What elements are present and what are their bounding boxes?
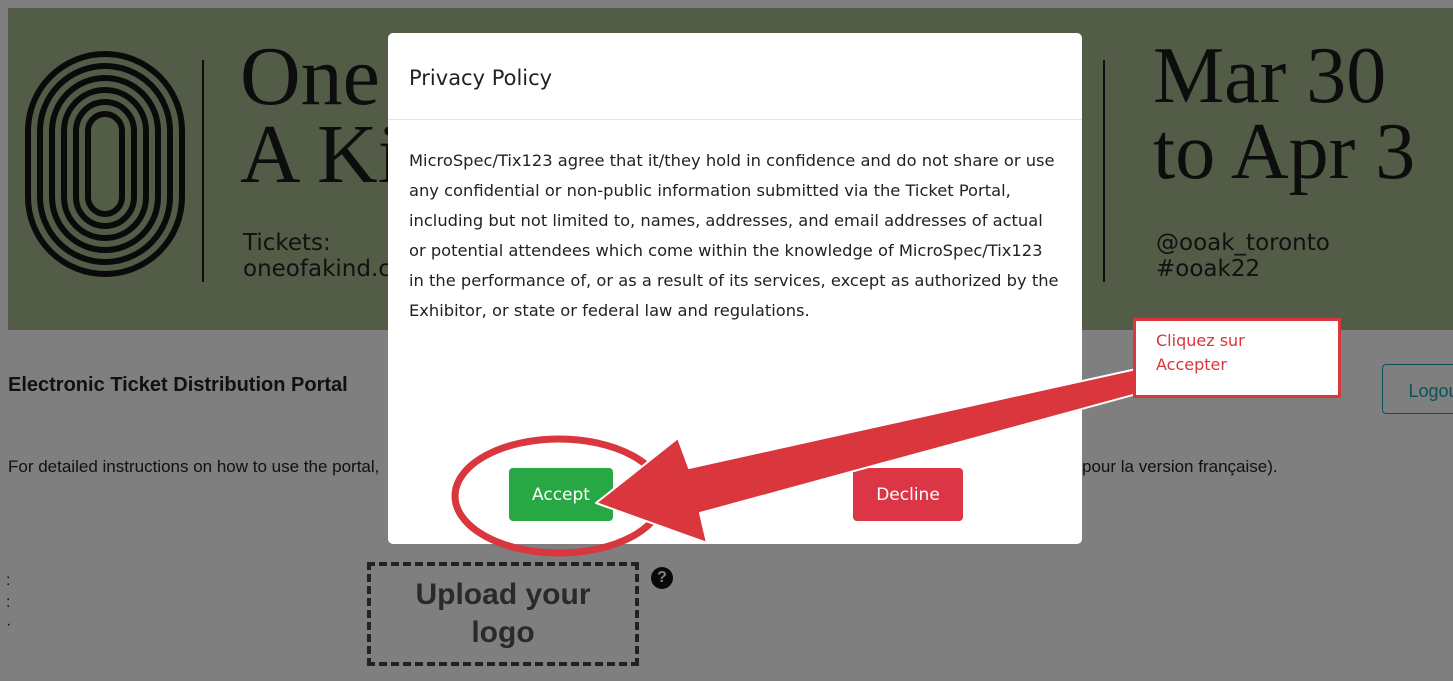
modal-header: Privacy Policy: [388, 33, 1082, 120]
modal-title: Privacy Policy: [409, 66, 553, 90]
modal-body: MicroSpec/Tix123 agree that it/they hold…: [409, 151, 1059, 320]
privacy-policy-dialog: Privacy Policy MicroSpec/Tix123 agree th…: [388, 33, 1082, 544]
page: One of A Kind Tickets: oneofakind.com Ma…: [0, 0, 1453, 681]
decline-button[interactable]: Decline: [853, 468, 963, 521]
callout-text: Cliquez sur Accepter: [1156, 331, 1245, 374]
accept-button[interactable]: Accept: [509, 468, 613, 521]
callout-box: Cliquez sur Accepter: [1133, 318, 1341, 398]
